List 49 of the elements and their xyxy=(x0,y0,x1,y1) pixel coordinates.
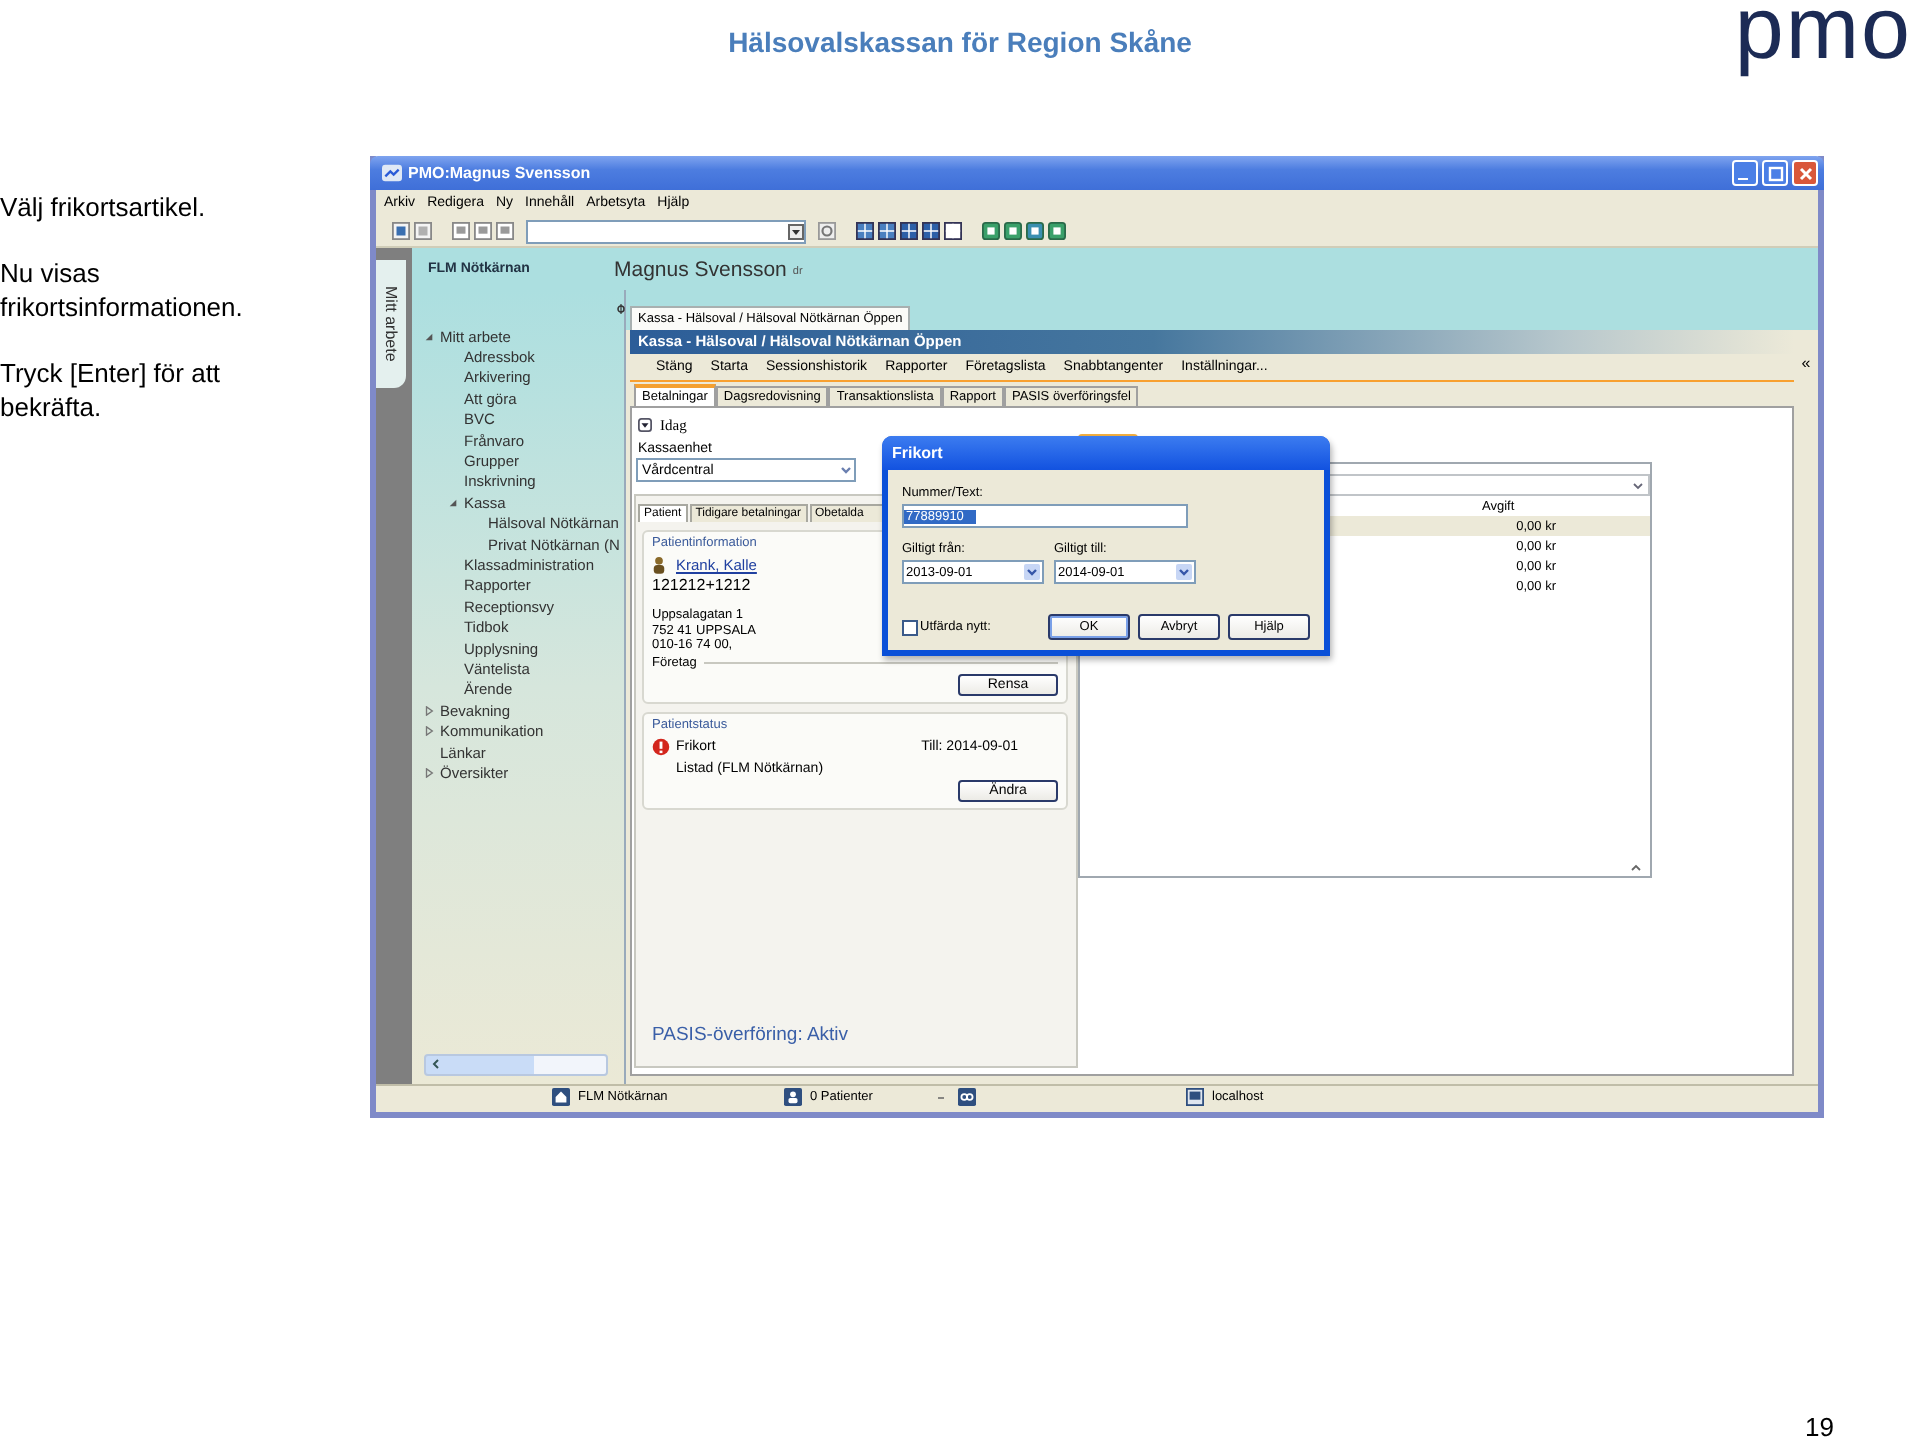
close-icon xyxy=(1795,163,1815,183)
layout-icon[interactable] xyxy=(900,222,918,240)
computer-icon xyxy=(1186,1088,1204,1106)
person-icon xyxy=(652,556,666,574)
instruction-text: Välj frikortsartikel. xyxy=(0,190,208,224)
tree-toggle-icon[interactable] xyxy=(424,767,434,778)
horizontal-scrollbar[interactable] xyxy=(424,1054,608,1076)
instruction-text: Tryck [Enter] för att bekräfta. xyxy=(0,356,223,424)
collapse-button[interactable]: « xyxy=(1801,354,1811,1084)
slide-title: Hälsovalskassan för Region Skåne xyxy=(726,26,1194,58)
layout-icon[interactable] xyxy=(944,222,962,240)
minimize-button[interactable] xyxy=(1732,160,1758,186)
page-number: 19 xyxy=(1805,1412,1834,1446)
maximize-button[interactable] xyxy=(1762,160,1788,186)
link-icon[interactable] xyxy=(958,1088,976,1106)
layout-icon[interactable] xyxy=(856,222,874,240)
maximize-icon xyxy=(1765,163,1785,183)
dropdown-icon xyxy=(1632,479,1644,491)
personal-number: 121212+1212 xyxy=(652,576,753,594)
refresh-icon[interactable] xyxy=(818,222,836,240)
scroll-left-icon[interactable] xyxy=(430,1058,442,1070)
dropdown-icon xyxy=(1024,564,1040,580)
app-icon xyxy=(382,164,402,182)
dropdown-icon xyxy=(788,223,804,239)
dropdown-icon xyxy=(1176,564,1192,580)
minimize-icon xyxy=(1738,177,1748,181)
dash-icon xyxy=(938,1095,944,1099)
checkbox[interactable] xyxy=(902,619,918,635)
toolbar-combobox[interactable] xyxy=(526,219,806,243)
home-icon xyxy=(552,1088,570,1106)
window-title: PMO:Magnus Svensson xyxy=(408,164,591,182)
tree-toggle-icon[interactable] xyxy=(424,705,434,716)
tree-toggle-icon[interactable] xyxy=(448,497,458,508)
dialog-title-bar: Frikort xyxy=(882,436,1330,470)
pasis-status: PASIS-överföring: Aktiv xyxy=(652,1024,851,1046)
collapse-icon[interactable] xyxy=(638,418,652,432)
tree-toggle-icon[interactable] xyxy=(424,331,434,342)
layout-icon[interactable] xyxy=(878,222,896,240)
logo: pmo xyxy=(1734,0,1912,80)
tree-toggle-icon[interactable] xyxy=(424,726,434,737)
close-button[interactable] xyxy=(1792,160,1818,186)
alert-icon xyxy=(652,738,670,756)
instruction-text: Nu visas frikortsinformationen. xyxy=(0,256,245,324)
person-icon xyxy=(784,1088,802,1106)
layout-icon[interactable] xyxy=(922,222,940,240)
dropdown-icon xyxy=(838,462,854,478)
pin-icon[interactable] xyxy=(616,304,626,314)
user-name: Magnus Svensson xyxy=(614,257,787,281)
side-tab[interactable]: Mitt arbete xyxy=(376,260,406,388)
